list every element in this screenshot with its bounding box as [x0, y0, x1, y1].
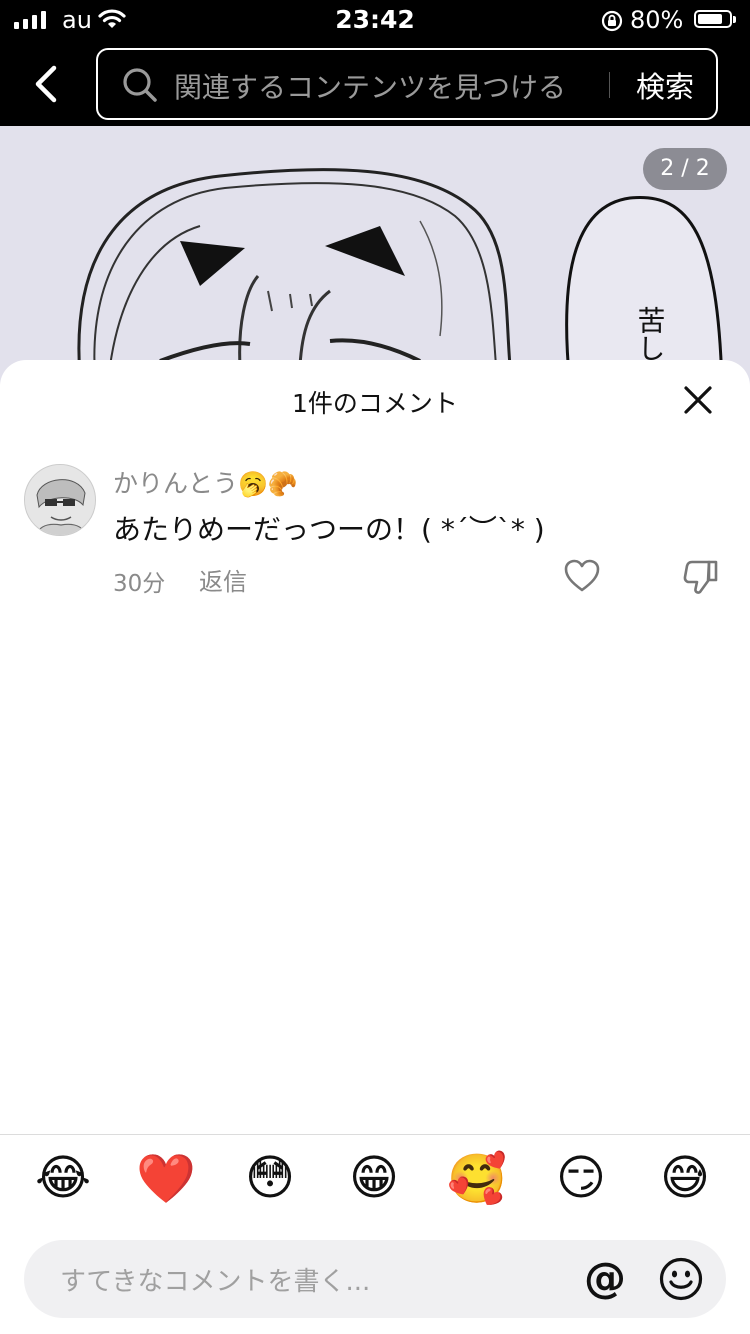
comment-author[interactable]: かりんとう🥱🥐	[113, 464, 298, 500]
search-placeholder: 関連するコンテンツを見つける	[174, 71, 567, 104]
mention-button[interactable]: @	[584, 1252, 626, 1304]
avatar[interactable]	[24, 464, 96, 536]
page-counter: 2 / 2	[643, 148, 727, 190]
comment-author-name: かりんとう	[113, 469, 239, 498]
emoji-picker-button[interactable]	[658, 1256, 704, 1306]
like-button[interactable]	[563, 558, 601, 598]
thumbs-down-icon	[683, 560, 718, 594]
comments-sheet: 1件のコメント かりんとう🥱🥐 あたりめーだっつーの！( *´︶`* ) 30分…	[0, 360, 750, 1334]
close-button[interactable]	[680, 382, 716, 418]
manga-page-image[interactable]: 苦しい	[0, 126, 750, 386]
comment-author-emojis: 🥱🥐	[238, 470, 298, 498]
emoji-button-smirk[interactable]: 😏	[546, 1150, 616, 1206]
battery-percentage: 80%	[630, 6, 684, 34]
comment-input[interactable]: すてきなコメントを書く... @	[24, 1240, 726, 1318]
reply-button[interactable]: 返信	[199, 562, 247, 597]
search-icon	[123, 68, 157, 102]
search-input[interactable]: 関連するコンテンツを見つける 検索	[96, 48, 718, 120]
avatar-illustration	[25, 465, 95, 535]
comment-timestamp: 30分	[113, 571, 166, 597]
manga-illustration: 苦しい	[77, 168, 724, 386]
status-bar: au 23:42 80%	[0, 0, 750, 42]
chevron-left-icon	[35, 65, 57, 103]
heart-icon	[564, 559, 600, 592]
emoji-button-sweat-smile[interactable]: 😅	[650, 1150, 720, 1206]
quick-emoji-bar: 😂 ❤️ 😳 😁 🥰 😏 😅	[0, 1150, 750, 1220]
emoji-button-smiling-hearts[interactable]: 🥰	[442, 1150, 512, 1207]
back-button[interactable]	[22, 60, 70, 108]
close-icon	[684, 386, 712, 414]
comment-input-placeholder: すてきなコメントを書く...	[60, 1267, 371, 1297]
search-nav-bar: 関連するコンテンツを見つける 検索	[0, 42, 750, 126]
emoji-button-heart[interactable]: ❤️	[131, 1150, 201, 1207]
comments-title: 1件のコメント	[292, 389, 458, 418]
emoji-button-grin[interactable]: 😁	[339, 1150, 409, 1206]
search-button[interactable]: 検索	[636, 64, 694, 106]
search-divider	[609, 72, 610, 98]
smiley-icon	[659, 1257, 703, 1301]
battery-icon	[694, 10, 736, 28]
dislike-button[interactable]	[682, 558, 720, 600]
emoji-button-joy[interactable]: 😂	[28, 1150, 98, 1206]
composer-divider	[0, 1134, 750, 1135]
comment-text: あたりめーだっつーの！( *´︶`* )	[113, 513, 545, 546]
rotation-lock-icon	[600, 9, 624, 37]
emoji-button-flushed[interactable]: 😳	[235, 1150, 305, 1206]
battery-level	[698, 14, 722, 24]
